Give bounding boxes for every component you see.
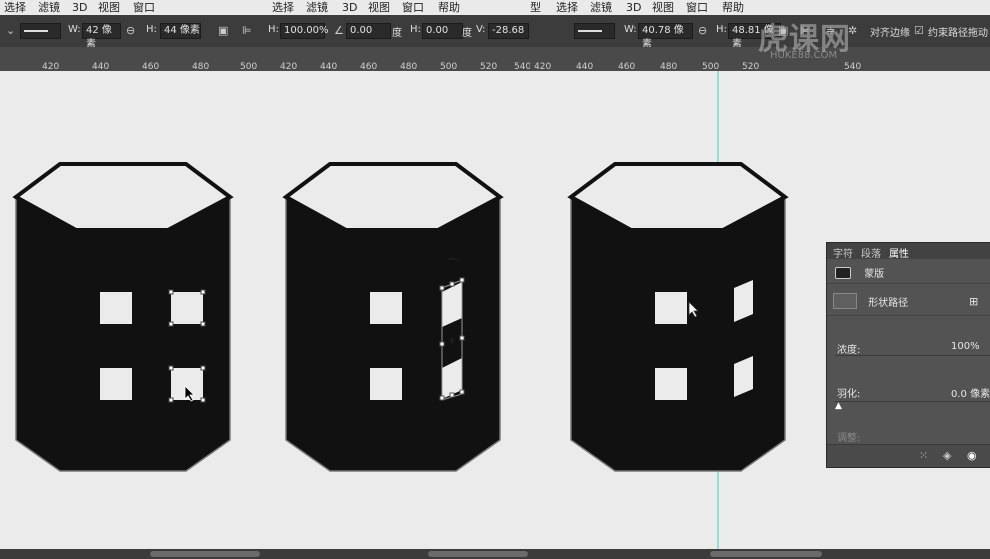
mask-label: 蒙版 bbox=[864, 269, 885, 280]
apply-vector-mask-icon[interactable]: ⊞ bbox=[969, 295, 978, 308]
tab-properties[interactable]: 属性 bbox=[889, 245, 909, 260]
adjust-label: 调整: bbox=[837, 433, 861, 444]
mask-row: 蒙版 bbox=[835, 265, 884, 280]
feather-slider-track[interactable] bbox=[835, 401, 990, 402]
feather-label: 羽化: bbox=[837, 389, 861, 400]
shape-path-label: 形状路径 bbox=[868, 297, 909, 309]
window bbox=[370, 368, 402, 400]
window bbox=[655, 292, 687, 324]
selection-icon[interactable]: ⁙ bbox=[919, 449, 928, 462]
window bbox=[370, 292, 402, 324]
rotate-handle-icon: ⌒ bbox=[448, 258, 457, 269]
invert-mask-icon[interactable]: ◈ bbox=[943, 449, 951, 462]
divider bbox=[827, 315, 990, 316]
properties-panel: 字符 段落 属性 蒙版 形状路径 ⊞ 浓度: 100% 羽化: 0.0 像素 ▲… bbox=[826, 242, 990, 468]
tab-character[interactable]: 字符 bbox=[833, 245, 853, 260]
watermark-domain: HUKE88.COM bbox=[770, 50, 838, 61]
building-shape-1 bbox=[12, 162, 234, 472]
window bbox=[100, 368, 132, 400]
building-shape-2: ⌒ ✧ bbox=[282, 162, 504, 472]
feather-field[interactable]: 0.0 像素 bbox=[951, 385, 990, 400]
eye-icon[interactable]: ◉ bbox=[967, 449, 977, 462]
building-shape-3 bbox=[567, 162, 789, 472]
panel-tabs: 字符 段落 属性 bbox=[827, 243, 990, 260]
density-slider-track[interactable] bbox=[835, 355, 990, 356]
panel-footer: ⁙ ◈ ◉ bbox=[827, 444, 990, 467]
path-thumbnail[interactable] bbox=[833, 293, 857, 309]
window bbox=[655, 368, 687, 400]
shape-path-row: 形状路径 bbox=[833, 293, 908, 309]
divider bbox=[827, 283, 990, 284]
window bbox=[100, 292, 132, 324]
density-field[interactable]: 100% bbox=[951, 341, 980, 352]
mask-icon bbox=[835, 266, 851, 279]
slider-handle-icon[interactable]: ▲ bbox=[835, 401, 842, 411]
window bbox=[171, 292, 203, 324]
tab-paragraph[interactable]: 段落 bbox=[861, 245, 881, 260]
density-label: 浓度: bbox=[837, 345, 861, 356]
center-point-icon: ✧ bbox=[448, 336, 456, 347]
